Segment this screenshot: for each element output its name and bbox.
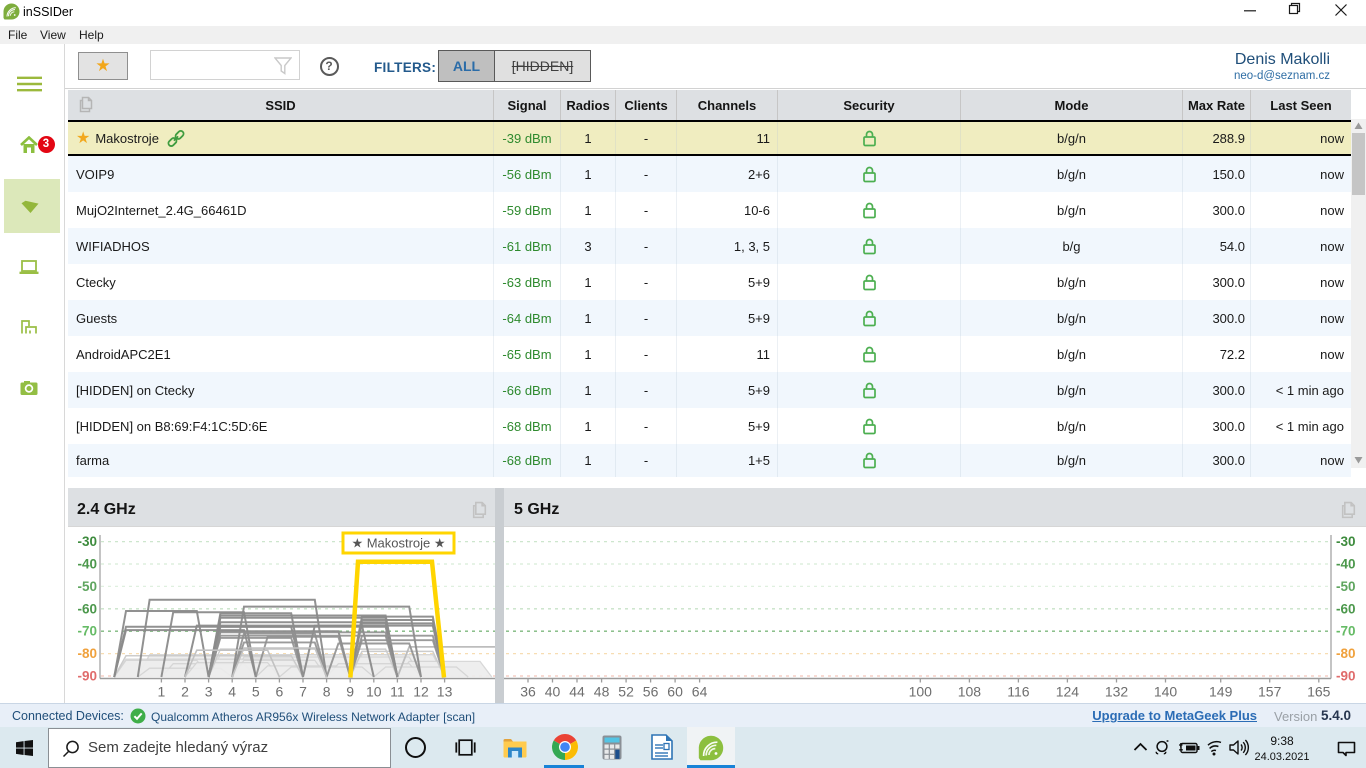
svg-text:10: 10 [366,684,382,700]
svg-text:1: 1 [158,684,166,700]
svg-text:-30: -30 [1336,534,1356,549]
svg-text:13: 13 [437,684,453,700]
svg-text:52: 52 [618,684,634,700]
svg-text:157: 157 [1258,684,1282,700]
svg-text:-90: -90 [1336,669,1356,684]
svg-text:5: 5 [252,684,260,700]
svg-text:-40: -40 [1336,557,1356,572]
svg-text:7: 7 [299,684,307,700]
svg-text:140: 140 [1154,684,1178,700]
svg-text:-50: -50 [1336,579,1356,594]
svg-text:★ Makostroje ★: ★ Makostroje ★ [351,536,445,551]
svg-text:9: 9 [346,684,354,700]
svg-text:100: 100 [909,684,933,700]
svg-text:4: 4 [228,684,236,700]
svg-text:-80: -80 [77,646,97,661]
svg-text:149: 149 [1209,684,1233,700]
svg-text:116: 116 [1007,684,1030,700]
svg-text:-60: -60 [1336,601,1356,616]
svg-text:11: 11 [390,684,405,700]
svg-text:-70: -70 [77,624,97,639]
svg-text:3: 3 [205,684,213,700]
svg-text:64: 64 [692,684,708,700]
svg-text:-40: -40 [77,557,97,572]
svg-text:-30: -30 [77,534,97,549]
svg-text:-90: -90 [77,669,97,684]
svg-text:8: 8 [323,684,331,700]
svg-text:-50: -50 [77,579,97,594]
svg-text:6: 6 [276,684,284,700]
svg-text:56: 56 [643,684,659,700]
svg-text:40: 40 [545,684,561,700]
svg-text:12: 12 [413,684,429,700]
svg-text:36: 36 [520,684,536,700]
svg-text:124: 124 [1056,684,1080,700]
svg-text:60: 60 [667,684,683,700]
svg-text:132: 132 [1105,684,1129,700]
svg-text:165: 165 [1307,684,1331,700]
svg-text:-80: -80 [1336,646,1356,661]
svg-text:108: 108 [958,684,982,700]
svg-text:-70: -70 [1336,624,1356,639]
svg-text:2: 2 [181,684,189,700]
svg-text:-60: -60 [77,601,97,616]
svg-text:44: 44 [569,684,585,700]
svg-text:48: 48 [594,684,610,700]
